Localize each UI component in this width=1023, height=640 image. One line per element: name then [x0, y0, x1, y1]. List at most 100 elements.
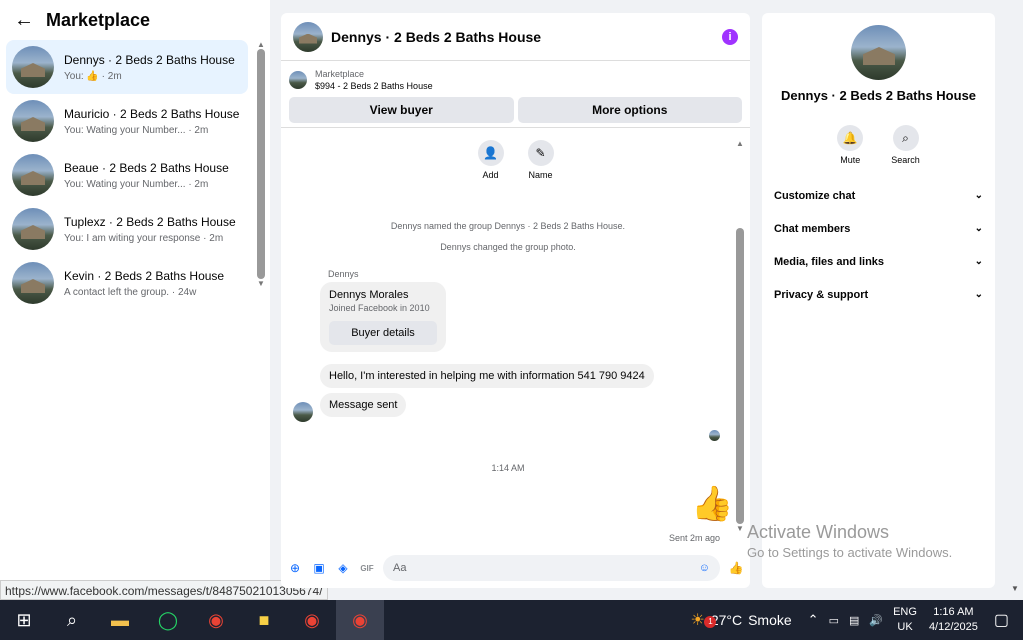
volume-icon[interactable]: 🔊 — [869, 614, 883, 627]
scroll-up-icon[interactable]: ▲ — [256, 40, 266, 49]
conversation-preview: You: 👍 · 2m — [64, 70, 122, 82]
section-label: Customize chat — [774, 189, 856, 202]
taskbar: ⊞ ⌕ ▬ ◯ ◉ ■ ◉ ◉ ☀ 1 27°C Smoke ⌃ ▭ ▤ 🔊 EN… — [0, 600, 1023, 640]
chat-info-panel: Dennys · 2 Beds 2 Baths House 🔔 Mute ⌕ Sea… — [762, 13, 995, 588]
input-placeholder: Aa — [393, 562, 407, 574]
message-bubble[interactable]: Message sent — [320, 393, 407, 417]
conversation-preview: You: I am witing your response · 2m — [64, 232, 224, 244]
name-label: Name — [528, 170, 553, 180]
section-label: Privacy & support — [774, 288, 869, 301]
more-options-button[interactable]: More options — [517, 97, 742, 123]
sidebar-title: Marketplace — [46, 9, 151, 30]
scroll-down-icon[interactable]: ▼ — [256, 279, 266, 288]
watermark-line-1: Activate Windows — [747, 522, 890, 542]
sticker-icon[interactable]: ◈ — [335, 561, 351, 575]
network-icon[interactable]: ▤ — [849, 614, 859, 627]
mute-button[interactable]: 🔔 Mute — [837, 125, 864, 165]
buyer-card: Dennys Morales Joined Facebook in 2010 B… — [320, 282, 446, 352]
info-actions: 🔔 Mute ⌕ Search — [762, 125, 995, 165]
page-scroll-down-icon[interactable]: ▼ — [1011, 584, 1019, 593]
language-indicator[interactable]: ENG UK — [893, 605, 917, 635]
conversation-item[interactable]: Beaue · 2 Beds 2 Baths House You: Wating … — [6, 148, 248, 202]
section-customize-chat[interactable]: Customize chat ⌄ — [762, 179, 995, 212]
conversation-name: Beaue · 2 Beds 2 Baths House — [64, 160, 229, 175]
conversation-item[interactable]: Dennys · 2 Beds 2 Baths House You: 👍 · 2m — [6, 40, 248, 94]
notification-icon[interactable]: ▢ — [994, 610, 1009, 630]
sticky-notes-icon[interactable]: ■ — [240, 600, 288, 640]
buyer-details-button[interactable]: Buyer details — [329, 321, 437, 345]
clock[interactable]: 1:16 AM 4/12/2025 — [929, 605, 978, 635]
conversation-name: Tuplexz · 2 Beds 2 Baths House — [64, 214, 236, 229]
name-action[interactable]: ✎ Name — [527, 140, 554, 180]
windows-start-icon[interactable]: ⊞ — [0, 600, 48, 640]
chrome-active-icon[interactable]: ◉ — [336, 600, 384, 640]
conversation-name: Mauricio · 2 Beds 2 Baths House — [64, 106, 240, 121]
chevron-down-icon: ⌄ — [974, 223, 983, 234]
status-url: https://www.facebook.com/messages/t/8487… — [0, 580, 328, 600]
search-icon[interactable]: ⌕ — [48, 600, 96, 640]
system-tray: ☀ 1 27°C Smoke ⌃ ▭ ▤ 🔊 ENG UK 1:16 AM 4/1… — [690, 600, 1023, 640]
chat-title[interactable]: Dennys · 2 Beds 2 Baths House — [331, 29, 722, 45]
chat-scrollbar[interactable]: ▲ ▼ — [735, 139, 745, 539]
conversation-sidebar: ← Marketplace Dennys · 2 Beds 2 Baths Ho… — [0, 0, 270, 600]
conversation-preview: You: Wating your Number... · 2m — [64, 124, 209, 136]
whatsapp-icon[interactable]: ◯ — [144, 600, 192, 640]
gif-icon[interactable]: GIF — [359, 564, 375, 573]
scrollbar-thumb[interactable] — [257, 49, 265, 279]
message-bubble[interactable]: Hello, I'm interested in helping me with… — [320, 364, 654, 388]
scrollbar-thumb[interactable] — [736, 228, 744, 524]
sent-status: Sent 2m ago — [669, 533, 721, 543]
section-privacy-support[interactable]: Privacy & support ⌄ — [762, 278, 995, 311]
file-explorer-icon[interactable]: ▬ — [96, 600, 144, 640]
system-message: Dennys changed the group photo. — [440, 242, 576, 252]
search-label: Search — [891, 155, 920, 165]
section-label: Chat members — [774, 222, 851, 235]
add-person-icon: 👤 — [477, 140, 504, 166]
clock-time: 1:16 AM — [933, 606, 974, 618]
search-icon: ⌕ — [892, 125, 919, 151]
group-actions: 👤 Add ✎ Name — [281, 140, 750, 180]
emoji-icon[interactable]: ☺ — [699, 562, 710, 574]
chat-header: Dennys · 2 Beds 2 Baths House i — [281, 13, 750, 61]
chevron-up-icon[interactable]: ⌃ — [808, 612, 819, 628]
sender-avatar[interactable] — [293, 402, 313, 422]
sidebar-header: ← Marketplace — [0, 0, 270, 40]
composer: ⊕ ▣ ◈ GIF Aa ☺ 👍 — [281, 548, 750, 588]
listing-thumbnail — [289, 71, 307, 89]
chevron-down-icon: ⌄ — [974, 289, 983, 300]
group-avatar[interactable] — [293, 21, 323, 52]
sidebar-scrollbar[interactable]: ▲ ▼ — [256, 40, 266, 302]
weather-text: Smoke — [748, 612, 792, 628]
marketplace-listing[interactable]: Marketplace $994 - 2 Beds 2 Baths House — [281, 61, 750, 93]
conversation-item[interactable]: Kevin · 2 Beds 2 Baths House A contact le… — [6, 256, 248, 310]
group-avatar-large[interactable] — [851, 25, 906, 80]
view-buyer-button[interactable]: View buyer — [289, 97, 514, 123]
conversation-item[interactable]: Mauricio · 2 Beds 2 Baths House You: Wati… — [6, 94, 248, 148]
avatar — [12, 262, 54, 304]
like-icon[interactable]: 👍 — [728, 561, 744, 575]
add-action[interactable]: 👤 Add — [477, 140, 504, 180]
avatar — [12, 208, 54, 250]
info-icon[interactable]: i — [722, 28, 738, 45]
conversation-item[interactable]: Tuplexz · 2 Beds 2 Baths House You: I am … — [6, 202, 248, 256]
arrow-left-icon[interactable]: ← — [14, 9, 34, 32]
plus-icon[interactable]: ⊕ — [287, 561, 303, 575]
scroll-down-icon[interactable]: ▼ — [735, 524, 745, 533]
message-input[interactable]: Aa ☺ — [383, 555, 720, 581]
thumbs-up-icon: 👍 — [691, 485, 734, 523]
gallery-icon[interactable]: ▣ — [311, 561, 327, 575]
listing-title: $994 - 2 Beds 2 Baths House — [315, 81, 433, 91]
conversation-name: Kevin · 2 Beds 2 Baths House — [64, 268, 225, 283]
activate-windows-watermark: Activate Windows Go to Settings to activ… — [747, 522, 952, 560]
section-media-files-links[interactable]: Media, files and links ⌄ — [762, 245, 995, 278]
buyer-name: Dennys Morales — [329, 289, 409, 301]
conversation-name: Dennys · 2 Beds 2 Baths House — [64, 52, 235, 67]
search-button[interactable]: ⌕ Search — [891, 125, 920, 165]
section-chat-members[interactable]: Chat members ⌄ — [762, 212, 995, 245]
chrome-icon[interactable]: ◉ — [192, 600, 240, 640]
weather-widget[interactable]: ☀ 1 27°C Smoke — [690, 610, 791, 630]
avatar — [12, 100, 54, 142]
chrome-profile-icon[interactable]: ◉ — [288, 600, 336, 640]
scroll-up-icon[interactable]: ▲ — [735, 139, 745, 148]
meet-now-icon[interactable]: ▭ — [829, 614, 839, 627]
